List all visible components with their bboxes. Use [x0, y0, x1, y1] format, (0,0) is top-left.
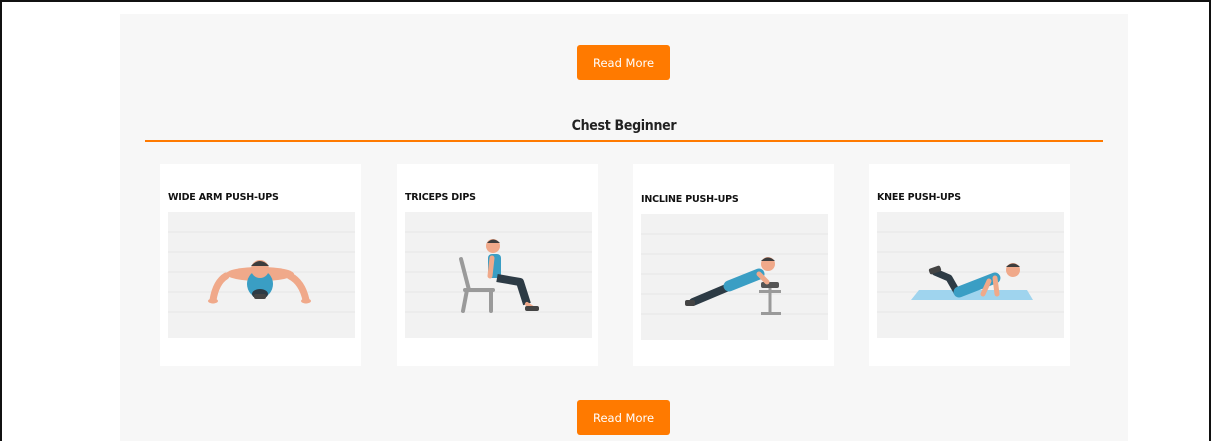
section-title: Chest Beginner [571, 118, 677, 134]
wide-arm-pushup-illustration [168, 212, 355, 338]
exercise-title: INCLINE PUSH-UPS [641, 194, 739, 205]
incline-pushup-illustration [641, 214, 828, 340]
triceps-dips-illustration [405, 212, 592, 338]
exercise-title: WIDE ARM PUSH-UPS [168, 192, 279, 203]
exercise-title: KNEE PUSH-UPS [877, 192, 961, 203]
exercise-card-triceps-dips[interactable]: TRICEPS DIPS [397, 164, 598, 366]
content-panel: Read More Chest Beginner WIDE ARM PUSH-U… [120, 14, 1128, 441]
read-more-button-top[interactable]: Read More [577, 45, 670, 80]
exercise-card-wide-arm-push-ups[interactable]: WIDE ARM PUSH-UPS [160, 164, 361, 366]
knee-pushup-illustration [877, 212, 1064, 338]
page-frame: Read More Chest Beginner WIDE ARM PUSH-U… [0, 0, 1211, 441]
exercise-card-knee-push-ups[interactable]: KNEE PUSH-UPS [869, 164, 1070, 366]
exercise-card-incline-push-ups[interactable]: INCLINE PUSH-UPS [633, 164, 834, 366]
section-divider [145, 140, 1103, 142]
read-more-button-bottom[interactable]: Read More [577, 400, 670, 435]
exercise-title: TRICEPS DIPS [405, 192, 476, 203]
